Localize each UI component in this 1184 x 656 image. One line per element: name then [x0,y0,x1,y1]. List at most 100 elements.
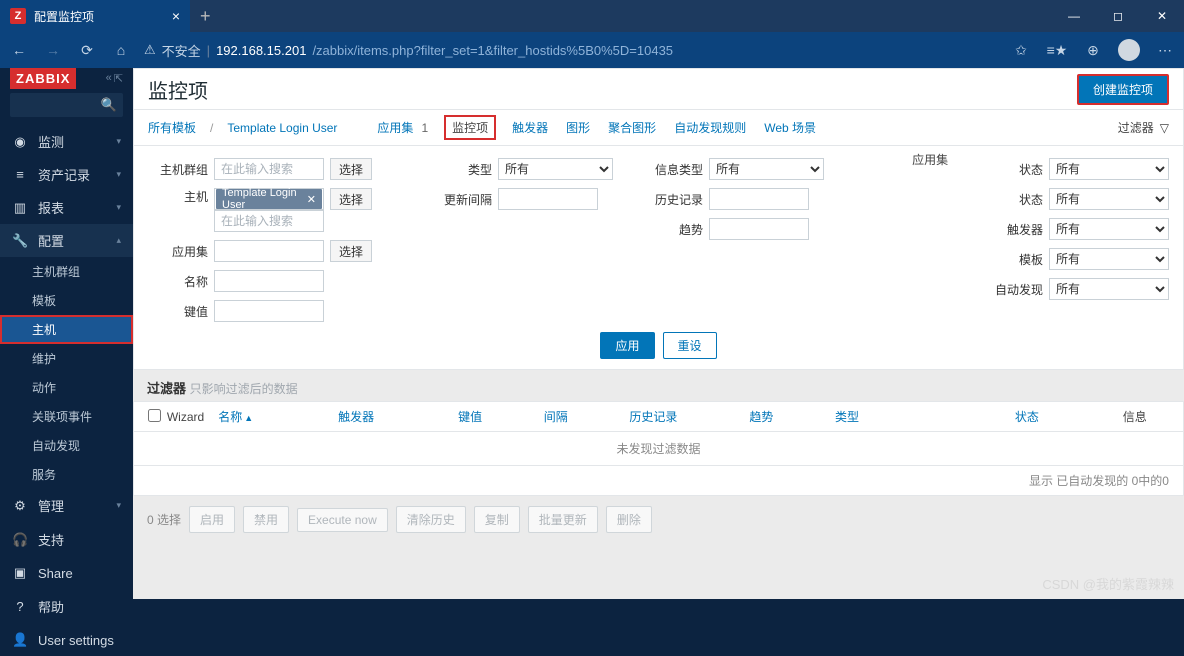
label-trends: 趋势 [633,221,703,238]
reset-button[interactable]: 重设 [663,332,717,359]
th-history[interactable]: 历史记录 [629,408,749,425]
forward-icon[interactable]: → [42,39,64,61]
favicon: Z [10,8,26,24]
tab-triggers[interactable]: 触发器 [510,117,550,138]
sidebar-search[interactable]: 🔍 [10,93,123,117]
label-hostgroup: 主机群组 [148,161,208,178]
breadcrumb-root[interactable]: 所有模板 [148,119,196,136]
label-history: 历史记录 [633,191,703,208]
sidebar-item-administration[interactable]: ⚙管理▾ [0,489,133,522]
sidebar-item-reports[interactable]: ▥报表▾ [0,191,133,224]
enable-button[interactable]: 启用 [189,506,235,533]
sidebar-item-user-settings[interactable]: 👤User settings [0,624,133,656]
new-tab-button[interactable]: + [190,6,221,27]
reader-icon[interactable]: ✩ [1010,39,1032,61]
th-status[interactable]: 状态 [1015,408,1101,425]
disable-button[interactable]: 禁用 [243,506,289,533]
tab-items[interactable]: 监控项 [444,115,496,140]
clear-history-button[interactable]: 清除历史 [396,506,466,533]
copy-button[interactable]: 复制 [474,506,520,533]
host-select-button[interactable]: 选择 [330,188,372,210]
breadcrumb-template[interactable]: Template Login User [227,121,337,135]
app-input[interactable] [214,240,324,262]
sidebar-item-hosts[interactable]: 主机 [0,315,133,344]
collapse-sidebar-icon[interactable]: «⇱ [106,72,123,85]
sidebar-item-share[interactable]: ▣Share [0,557,133,589]
tab-graphs[interactable]: 图形 [564,117,592,138]
sidebar-item-inventory[interactable]: ≡资产记录▾ [0,158,133,191]
sidebar-item-configuration[interactable]: 🔧配置▴ [0,224,133,257]
profile-avatar[interactable] [1118,39,1140,61]
refresh-icon[interactable]: ⟳ [76,39,98,61]
close-window-icon[interactable]: ✕ [1140,0,1184,32]
search-icon: 🔍 [101,97,117,113]
th-name[interactable]: 名称▲ [218,408,338,425]
sidebar-item-support[interactable]: 🎧支持 [0,522,133,557]
mass-update-button[interactable]: 批量更新 [528,506,598,533]
th-info: 信息 [1101,408,1170,425]
select-all-checkbox[interactable] [148,409,161,422]
tab-discovery[interactable]: 自动发现规则 [672,117,748,138]
th-trends[interactable]: 趋势 [749,408,835,425]
th-interval[interactable]: 间隔 [544,408,630,425]
hostgroup-input[interactable] [214,158,324,180]
interval-input[interactable] [498,188,598,210]
remove-tag-icon[interactable]: ✕ [307,193,316,206]
sidebar-item-templates[interactable]: 模板 [0,286,133,315]
delete-button[interactable]: 删除 [606,506,652,533]
execute-now-button[interactable]: Execute now [297,508,388,532]
state-select[interactable]: 所有 [1049,158,1169,180]
collections-icon[interactable]: ⊕ [1082,39,1104,61]
th-triggers[interactable]: 触发器 [338,408,458,425]
tab-screens[interactable]: 聚合图形 [606,117,658,138]
table-header: Wizard 名称▲ 触发器 键值 间隔 历史记录 趋势 类型 应用集 状态 信… [134,402,1183,432]
filter-panel: 主机群组选择 主机 Template Login User✕ 选择 应用集选择 … [133,146,1184,370]
infotype-select[interactable]: 所有 [709,158,824,180]
key-input[interactable] [214,300,324,322]
th-type[interactable]: 类型 [835,408,912,425]
status-select[interactable]: 所有 [1049,188,1169,210]
filter-toggle[interactable]: 过滤器 ▽ [1118,119,1169,136]
triggers-select[interactable]: 所有 [1049,218,1169,240]
home-icon[interactable]: ⌂ [110,39,132,61]
menu-icon[interactable]: ⋯ [1154,39,1176,61]
close-icon[interactable]: × [172,8,180,24]
sidebar-item-services[interactable]: 服务 [0,460,133,489]
template-select[interactable]: 所有 [1049,248,1169,270]
favorites-icon[interactable]: ≡★ [1046,39,1068,61]
history-input[interactable] [709,188,809,210]
sort-asc-icon: ▲ [244,413,253,423]
tab-applications[interactable]: 应用集 [375,117,415,138]
maximize-icon[interactable]: ◻ [1096,0,1140,32]
name-input[interactable] [214,270,324,292]
sidebar-item-correlation[interactable]: 关联项事件 [0,402,133,431]
address-bar[interactable]: ⚠ 不安全 | 192.168.15.201/zabbix/items.php?… [144,41,998,60]
sidebar-item-hostgroups[interactable]: 主机群组 [0,257,133,286]
tab-applications-count: 1 [419,119,430,137]
back-icon[interactable]: ← [8,39,30,61]
trends-input[interactable] [709,218,809,240]
host-input[interactable] [214,210,324,232]
sidebar-item-discovery[interactable]: 自动发现 [0,431,133,460]
main-content: 监控项 创建监控项 所有模板 / Template Login User 应用集… [133,68,1184,599]
minimize-icon[interactable]: ― [1052,0,1096,32]
url-host: 192.168.15.201 [216,43,306,58]
chart-icon: ▥ [12,200,28,216]
th-key[interactable]: 键值 [458,408,544,425]
sidebar-item-maintenance[interactable]: 维护 [0,344,133,373]
browser-tab[interactable]: Z 配置监控项 × [0,0,190,32]
app-select-button[interactable]: 选择 [330,240,372,262]
chevron-down-icon: ▾ [116,169,121,180]
type-select[interactable]: 所有 [498,158,613,180]
browser-tab-strip: Z 配置监控项 × + ― ◻ ✕ [0,0,1184,32]
sidebar-item-monitoring[interactable]: ◉监测▾ [0,125,133,158]
hostgroup-select-button[interactable]: 选择 [330,158,372,180]
chevron-down-icon: ▾ [116,500,121,511]
sidebar-item-actions[interactable]: 动作 [0,373,133,402]
create-item-button[interactable]: 创建监控项 [1077,74,1169,105]
apply-button[interactable]: 应用 [600,332,654,359]
discovery-select[interactable]: 所有 [1049,278,1169,300]
sidebar-item-help[interactable]: ?帮助 [0,589,133,624]
host-tag[interactable]: Template Login User✕ [216,189,322,209]
tab-web[interactable]: Web 场景 [762,117,818,138]
